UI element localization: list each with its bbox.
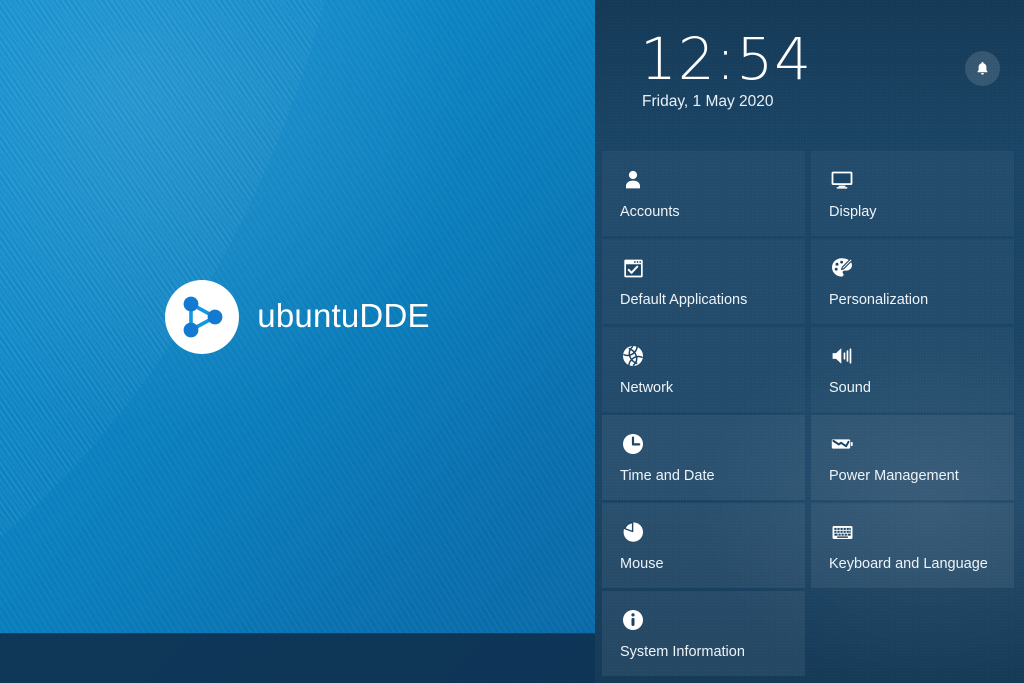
tile-power-management[interactable]: Power Management: [811, 415, 1014, 500]
info-icon: [620, 607, 646, 633]
user-icon: [620, 167, 646, 193]
tile-mouse[interactable]: Mouse: [602, 503, 805, 588]
tile-label: Personalization: [829, 291, 929, 308]
tile-accounts[interactable]: Accounts: [602, 151, 805, 236]
taskbar-dock[interactable]: [0, 633, 595, 683]
speaker-icon: [829, 343, 855, 369]
ubuntudde-branding: ubuntuDDE: [0, 0, 595, 633]
tile-sound[interactable]: Sound: [811, 327, 1014, 412]
tile-label: Sound: [829, 379, 871, 396]
tile-label: Time and Date: [620, 467, 715, 484]
tile-label: Default Applications: [620, 291, 748, 308]
battery-bolt-icon: [829, 431, 855, 457]
screen: ubuntuDDE 12:54 Friday, 1 May 2020 Accou…: [0, 0, 1024, 683]
notification-button[interactable]: [965, 51, 1000, 86]
keyboard-icon: [829, 519, 855, 545]
bell-icon: [974, 60, 991, 77]
monitor-icon: [829, 167, 855, 193]
ubuntudde-logo-icon: [165, 279, 240, 354]
tile-default-applications[interactable]: Default Applications: [602, 239, 805, 324]
tile-label: Accounts: [620, 203, 680, 220]
tile-label: Keyboard and Language: [829, 555, 988, 572]
tile-label: Mouse: [620, 555, 664, 572]
tile-keyboard-and-language[interactable]: Keyboard and Language: [811, 503, 1014, 588]
mouse-icon: [620, 519, 646, 545]
globe-icon: [620, 343, 646, 369]
desktop-wallpaper[interactable]: ubuntuDDE: [0, 0, 595, 683]
control-center-panel: 12:54 Friday, 1 May 2020 Accounts Displa…: [595, 0, 1024, 683]
tile-personalization[interactable]: Personalization: [811, 239, 1014, 324]
clock-icon: [620, 431, 646, 457]
tile-system-information[interactable]: System Information: [602, 591, 805, 676]
tile-label: Display: [829, 203, 877, 220]
window-check-icon: [620, 255, 646, 281]
tile-label: Power Management: [829, 467, 959, 484]
tile-time-and-date[interactable]: Time and Date: [602, 415, 805, 500]
control-center-header: 12:54 Friday, 1 May 2020: [595, 0, 1024, 140]
tile-label: System Information: [620, 643, 745, 660]
palette-icon: [829, 255, 855, 281]
clock-time: 12:54: [640, 25, 813, 93]
tile-network[interactable]: Network: [602, 327, 805, 412]
settings-tile-grid: Accounts Display Default Applications Pe…: [602, 151, 1024, 676]
ubuntudde-wordmark: ubuntuDDE: [257, 297, 430, 334]
clock-date: Friday, 1 May 2020: [642, 93, 774, 110]
tile-label: Network: [620, 379, 674, 396]
tile-display[interactable]: Display: [811, 151, 1014, 236]
